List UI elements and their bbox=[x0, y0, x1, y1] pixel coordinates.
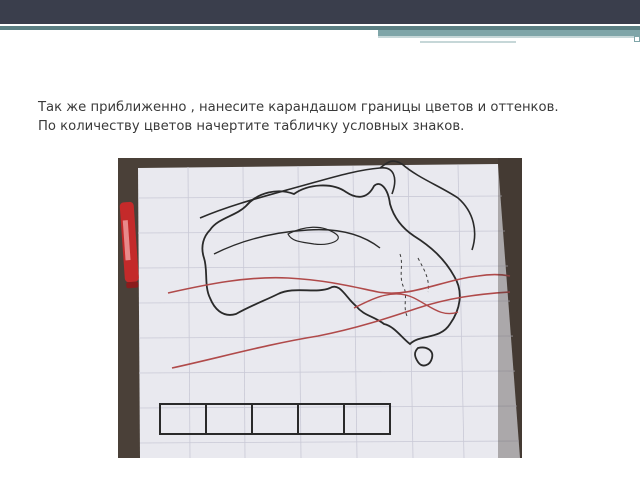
header-accent-strip-short bbox=[420, 41, 516, 43]
instruction-line-2: По количеству цветов начертите табличку … bbox=[38, 119, 465, 134]
header-accent-dot bbox=[634, 36, 640, 42]
map-photo bbox=[118, 158, 522, 458]
instruction-text: Так же приближенно , нанесите карандашом… bbox=[38, 98, 618, 136]
header-accent-strip-tertiary bbox=[378, 36, 640, 38]
slide-header-bar bbox=[0, 0, 640, 24]
instruction-line-1: Так же приближенно , нанесите карандашом… bbox=[38, 100, 559, 115]
photo-shade bbox=[498, 158, 522, 458]
